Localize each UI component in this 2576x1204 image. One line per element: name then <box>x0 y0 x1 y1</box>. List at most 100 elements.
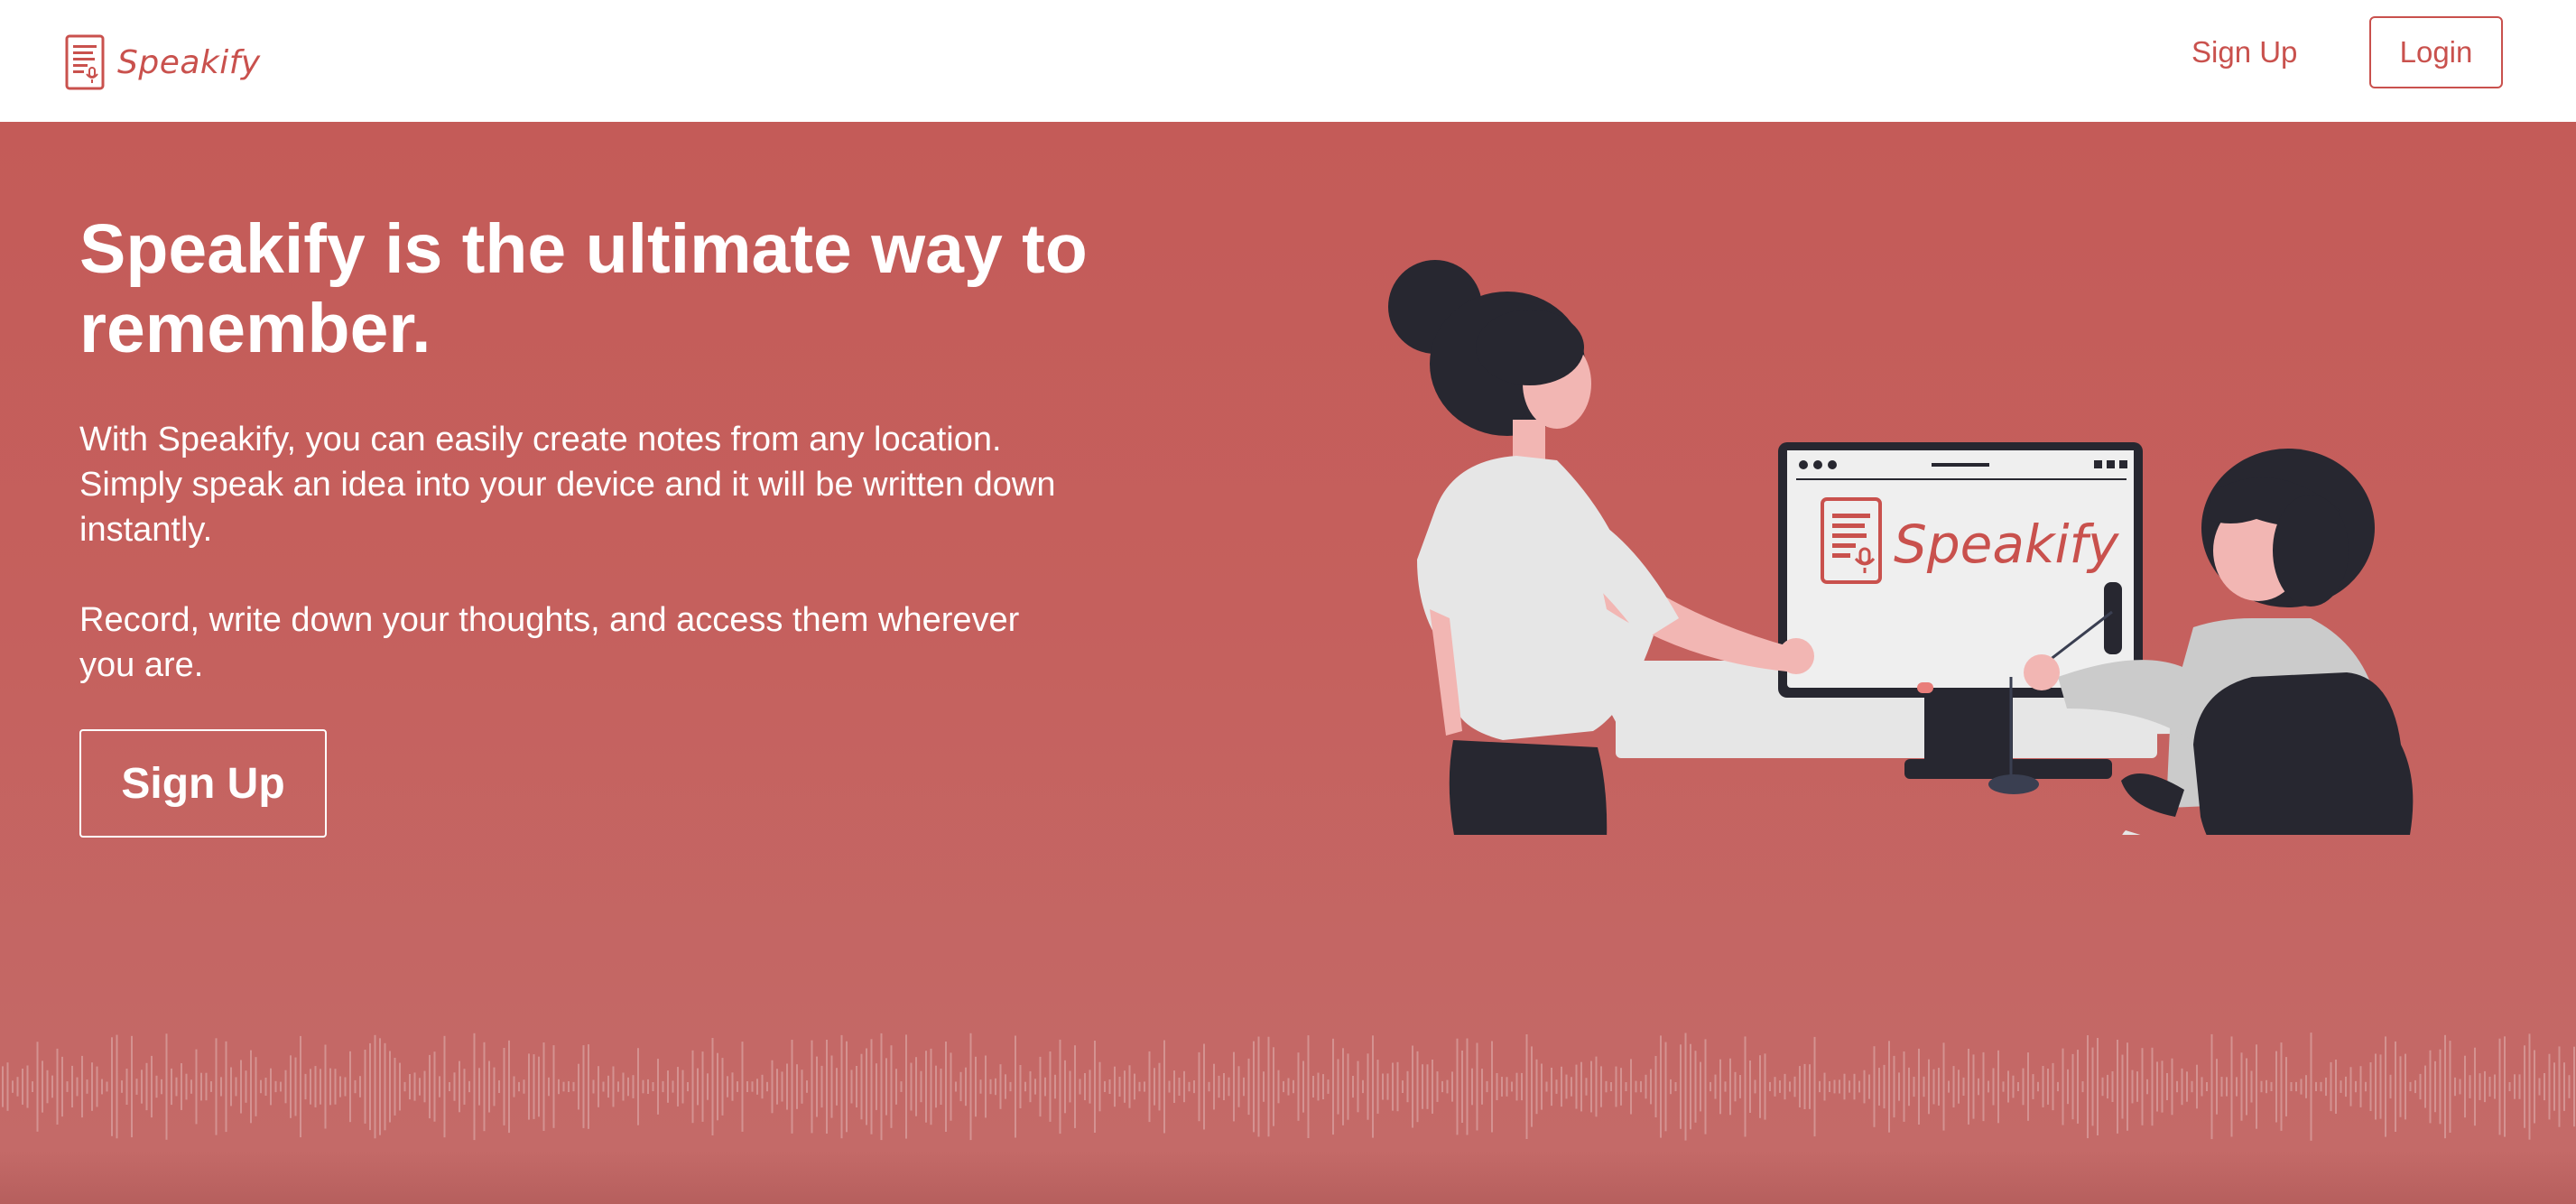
waveform-bar <box>1461 1051 1463 1123</box>
waveform-bar <box>1426 1064 1429 1109</box>
waveform-bar <box>1312 1076 1314 1097</box>
waveform-bar <box>2246 1058 2247 1116</box>
waveform-bar <box>1402 1080 1404 1093</box>
waveform-bar <box>707 1073 709 1100</box>
waveform-bar <box>1104 1080 1106 1092</box>
waveform-bar <box>200 1072 202 1101</box>
waveform-bar <box>2563 1062 2565 1111</box>
waveform-bar <box>999 1064 1002 1109</box>
waveform-bar <box>1372 1035 1374 1138</box>
waveform-bar <box>1531 1046 1533 1127</box>
waveform-bar <box>662 1080 664 1093</box>
brand-link[interactable]: Speakify <box>65 34 261 90</box>
waveform-bar <box>369 1042 371 1131</box>
waveform-bar <box>2017 1082 2019 1091</box>
waveform-bar <box>320 1069 321 1105</box>
waveform-bar <box>1496 1073 1498 1100</box>
waveform-bar <box>175 1077 178 1097</box>
waveform-bar <box>1144 1081 1145 1092</box>
waveform-bar <box>2266 1079 2267 1094</box>
waveform-bar <box>940 1069 942 1105</box>
waveform-bar <box>1972 1054 1975 1119</box>
waveform-bar <box>264 1078 267 1096</box>
waveform-bar <box>91 1062 93 1111</box>
waveform-bar <box>270 1068 272 1106</box>
waveform-bar <box>1422 1064 1423 1109</box>
waveform-bar <box>1858 1080 1860 1093</box>
waveform-bar <box>2270 1081 2273 1091</box>
waveform-bar <box>2002 1081 2005 1092</box>
waveform-bar <box>910 1062 913 1111</box>
waveform-bar <box>2514 1074 2516 1099</box>
waveform-bar <box>2498 1038 2501 1135</box>
waveform-bar <box>6 1062 9 1111</box>
waveform-bar <box>2052 1062 2054 1111</box>
waveform-bar <box>1074 1045 1076 1128</box>
waveform-bar <box>503 1048 505 1125</box>
waveform-bar <box>2156 1061 2158 1112</box>
waveform-bar <box>771 1060 774 1114</box>
waveform-bar <box>1769 1081 1771 1091</box>
waveform-bar <box>36 1042 39 1132</box>
waveform-bar <box>1491 1041 1493 1133</box>
waveform-bar <box>840 1034 843 1139</box>
waveform-bar <box>1600 1066 1602 1107</box>
waveform-bar <box>429 1054 431 1119</box>
waveform-bar <box>1243 1077 1245 1097</box>
waveform-bar <box>1759 1055 1761 1118</box>
waveform-bar <box>413 1072 416 1101</box>
waveform-bar <box>2295 1081 2297 1092</box>
waveform-bar <box>1565 1074 1568 1099</box>
waveform-bar <box>423 1070 426 1103</box>
waveform-bar <box>2101 1077 2104 1097</box>
waveform-bar <box>339 1076 341 1097</box>
waveform-bar <box>1034 1079 1036 1095</box>
waveform-bar <box>1228 1077 1230 1097</box>
waveform-bar <box>1932 1069 1935 1105</box>
waveform-bar <box>2 1066 4 1107</box>
waveform-bar <box>1541 1063 1543 1110</box>
waveform-bar <box>1849 1080 1850 1093</box>
waveform-bar <box>290 1055 292 1118</box>
waveform-bar <box>1307 1035 1310 1138</box>
waveform-bar <box>1690 1043 1691 1130</box>
waveform-bar <box>811 1040 813 1134</box>
waveform-bar <box>2196 1064 2198 1109</box>
waveform-bar <box>1094 1041 1096 1133</box>
waveform-bar <box>433 1051 436 1122</box>
waveform-bar <box>677 1067 679 1107</box>
waveform-bar <box>1704 1039 1707 1135</box>
waveform-bar <box>468 1080 470 1093</box>
waveform-bar <box>1833 1079 1836 1094</box>
nav-login-button[interactable]: Login <box>2369 16 2503 88</box>
nav-signup-link[interactable]: Sign Up <box>2191 34 2297 70</box>
waveform-bar <box>820 1065 823 1108</box>
waveform-bar <box>1287 1078 1290 1096</box>
waveform-bar <box>627 1077 629 1097</box>
waveform-bar <box>1451 1071 1453 1102</box>
waveform-bar <box>403 1081 406 1092</box>
waveform-bar <box>826 1040 828 1134</box>
waveform-bar <box>1908 1067 1910 1107</box>
waveform-bar <box>2454 1077 2456 1097</box>
waveform-bar <box>1466 1038 1469 1135</box>
waveform-bar <box>284 1070 287 1104</box>
waveform-bar <box>1481 1069 1483 1105</box>
waveform-bar <box>1729 1058 1731 1116</box>
waveform-bar <box>1198 1051 1200 1122</box>
hero-signup-button[interactable]: Sign Up <box>79 729 327 838</box>
waveform-bar <box>1962 1077 1965 1096</box>
waveform-bar <box>1054 1074 1056 1099</box>
waveform-bar <box>453 1072 456 1101</box>
waveform-bar <box>260 1079 262 1094</box>
waveform-bar <box>106 1081 108 1092</box>
waveform-bar <box>657 1059 659 1115</box>
waveform-bar <box>46 1070 49 1104</box>
waveform-bar <box>1535 1059 1538 1115</box>
waveform-bar <box>697 1068 699 1106</box>
waveform-bar <box>1928 1059 1930 1115</box>
waveform-bar <box>1710 1081 1711 1092</box>
waveform-bar <box>1684 1033 1687 1141</box>
waveform-bar <box>1913 1077 1915 1097</box>
waveform-bar <box>642 1079 644 1094</box>
